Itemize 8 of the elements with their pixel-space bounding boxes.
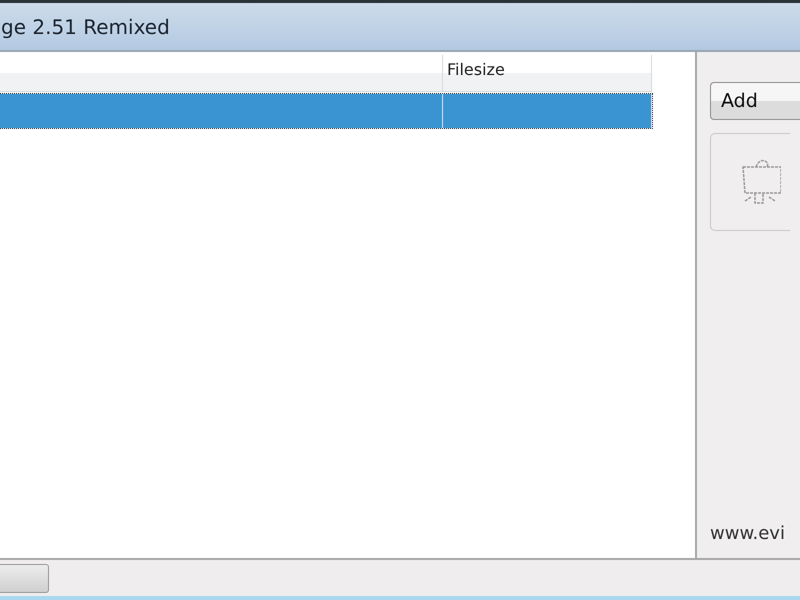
list-row[interactable] <box>0 94 652 128</box>
basket-icon <box>741 157 781 207</box>
partial-button[interactable] <box>0 564 49 592</box>
drop-area[interactable] <box>710 133 790 231</box>
window-title: ge 2.51 Remixed <box>1 14 170 38</box>
column-header[interactable]: Filesize <box>443 55 652 91</box>
website-link[interactable]: www.evi <box>710 523 800 544</box>
add-button[interactable]: Add <box>710 82 800 120</box>
